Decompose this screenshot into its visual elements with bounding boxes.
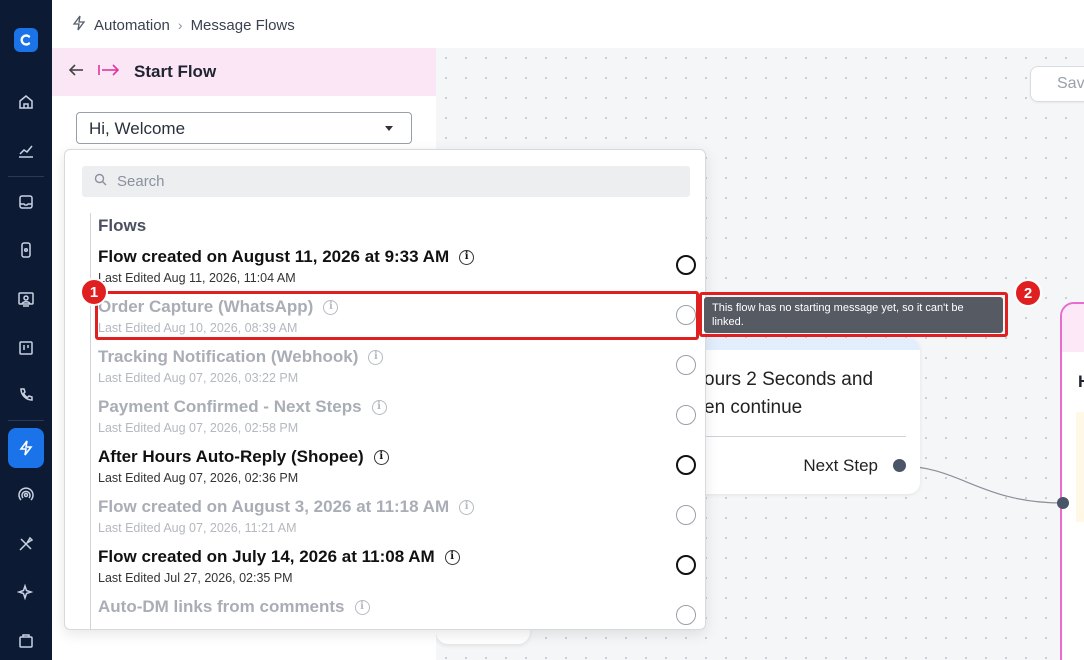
flow-option[interactable]: Tracking Notification (Webhook) i Last Ed… — [98, 347, 696, 395]
flow-option-radio[interactable] — [676, 405, 696, 425]
flow-option-radio[interactable] — [676, 255, 696, 275]
flow-option[interactable]: After Hours Auto-Reply (Shopee) i Last Ed… — [98, 447, 696, 495]
flow-option-radio[interactable] — [676, 555, 696, 575]
flow-option-edited: Last Edited Aug 07, 2026, 02:58 PM — [98, 421, 299, 435]
info-icon[interactable]: i — [354, 599, 370, 615]
panel-title: Start Flow — [134, 62, 217, 81]
message-node-card[interactable]: H — [1060, 302, 1084, 660]
flow-option[interactable]: Flow created on July 14, 2026 at 11:08 A… — [98, 547, 696, 595]
disabled-flow-tooltip: This flow has no starting message yet, s… — [704, 297, 1003, 333]
flow-option-name: Auto-DM links from comments — [98, 597, 345, 616]
flow-option[interactable]: Flow created on August 3, 2026 at 11:18 … — [98, 497, 696, 545]
flow-option[interactable]: Flow created on August 11, 2026 at 9:33 … — [98, 247, 696, 295]
info-icon[interactable]: i — [459, 499, 475, 515]
search-placeholder: Search — [117, 173, 165, 190]
search-icon — [94, 173, 107, 190]
annotation-badge-2: 2 — [1014, 279, 1042, 307]
panel-header: Start Flow — [52, 48, 436, 96]
info-icon[interactable]: i — [373, 449, 389, 465]
input-connector[interactable] — [1057, 497, 1069, 509]
flow-option[interactable]: Payment Confirmed - Next Steps i Last Edi… — [98, 397, 696, 445]
flow-option-radio[interactable] — [676, 605, 696, 625]
flow-option-radio[interactable] — [676, 455, 696, 475]
info-icon[interactable]: i — [371, 399, 387, 415]
flow-select-value: Hi, Welcome — [89, 119, 186, 138]
flow-option-edited: Last Edited Aug 07, 2026, 03:22 PM — [98, 371, 299, 385]
step-card-divider — [704, 436, 906, 437]
step-card-text: ours 2 Seconds and en continue — [704, 369, 874, 418]
info-icon[interactable]: i — [459, 249, 475, 265]
back-arrow-icon[interactable] — [68, 63, 84, 82]
message-node-body — [1076, 412, 1084, 522]
caret-down-icon — [385, 126, 393, 131]
flow-option-name: Flow created on August 11, 2026 at 9:33 … — [98, 247, 450, 266]
step-card-header — [690, 338, 920, 350]
flow-select[interactable]: Hi, Welcome — [76, 112, 412, 144]
flows-group-label: Flows — [98, 216, 147, 235]
search-input[interactable]: Search — [82, 166, 690, 197]
start-flow-icon — [98, 63, 120, 82]
info-icon[interactable]: i — [444, 549, 460, 565]
flow-option-name: Flow created on July 14, 2026 at 11:08 A… — [98, 547, 435, 566]
flow-option-edited: Last Edited Aug 07, 2026, 11:21 AM — [98, 521, 297, 535]
flow-option-name: Payment Confirmed - Next Steps — [98, 397, 362, 416]
flow-option-name: Flow created on August 3, 2026 at 11:18 … — [98, 497, 450, 516]
flow-option-edited: Last Edited Aug 07, 2026, 02:36 PM — [98, 471, 299, 485]
message-node-title: H — [1078, 372, 1084, 392]
next-step-label: Next Step — [803, 456, 878, 475]
highlight-box-1 — [95, 291, 699, 340]
flow-option-name: After Hours Auto-Reply (Shopee) — [98, 447, 364, 466]
flow-option-edited: Last Edited Jul 27, 2026, 02:35 PM — [98, 571, 293, 585]
flow-option-radio[interactable] — [676, 355, 696, 375]
flow-option[interactable]: Auto-DM links from comments i — [98, 597, 696, 629]
wait-step-card[interactable]: ours 2 Seconds and en continue Next Step — [690, 338, 920, 494]
info-icon[interactable]: i — [368, 349, 384, 365]
annotation-badge-1: 1 — [80, 278, 108, 306]
flow-option-edited: Last Edited Aug 11, 2026, 11:04 AM — [98, 271, 296, 285]
flow-option-radio[interactable] — [676, 505, 696, 525]
flow-option-name: Tracking Notification (Webhook) — [98, 347, 359, 366]
next-step-connector[interactable] — [893, 459, 906, 472]
message-node-header — [1062, 304, 1084, 352]
flow-dropdown: Search Flows Flow created on August 11, … — [64, 149, 706, 630]
flows-list-rule — [90, 213, 91, 629]
